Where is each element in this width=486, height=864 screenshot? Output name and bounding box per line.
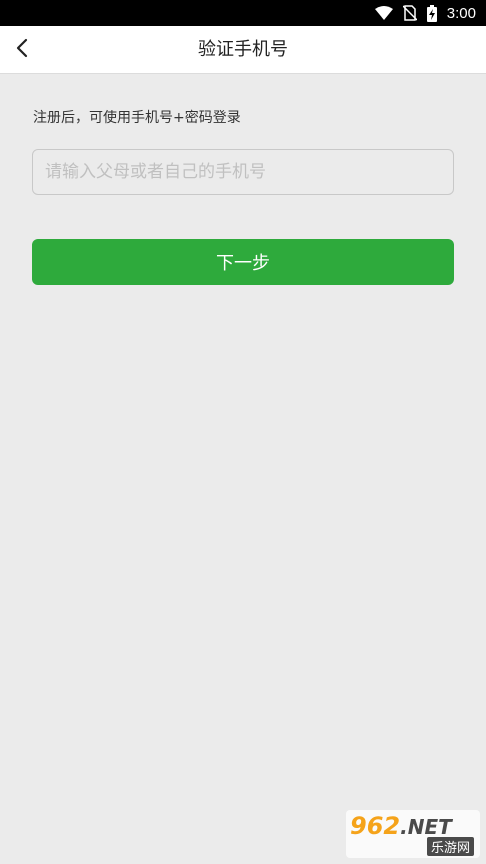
- status-time: 3:00: [446, 4, 476, 22]
- wifi-icon: [374, 6, 393, 20]
- back-button[interactable]: [0, 26, 44, 74]
- watermark-domain: .NET: [400, 815, 452, 839]
- chevron-left-icon: [16, 38, 28, 62]
- phone-input[interactable]: [32, 149, 454, 195]
- watermark-site-name: 乐游网: [426, 837, 474, 856]
- status-bar: 3:00: [0, 0, 486, 26]
- next-button[interactable]: 下一步: [32, 239, 454, 285]
- no-sim-icon: [402, 5, 417, 21]
- nav-bar: 验证手机号: [0, 26, 486, 74]
- register-hint: 注册后，可使用手机号+密码登录: [33, 110, 241, 126]
- site-watermark: 962.NET 乐游网: [346, 810, 480, 858]
- battery-charging-icon: [426, 4, 437, 22]
- page-title: 验证手机号: [198, 39, 288, 60]
- watermark-number: 962: [350, 812, 401, 840]
